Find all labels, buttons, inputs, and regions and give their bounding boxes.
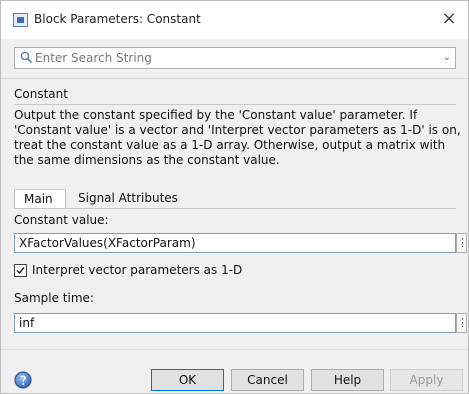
block-type-heading: Constant — [14, 87, 68, 101]
footer-divider — [1, 349, 468, 350]
block-parameters-dialog: Block Parameters: Constant × ⌄ Constant … — [0, 0, 469, 394]
close-button[interactable]: × — [438, 7, 460, 31]
sample-time-input[interactable] — [19, 315, 439, 331]
block-description: Output the constant specified by the 'Co… — [14, 108, 461, 167]
title-bar: Block Parameters: Constant × — [1, 1, 468, 39]
search-box[interactable]: ⌄ — [14, 47, 456, 69]
checkmark-icon — [16, 267, 25, 275]
divider — [1, 78, 468, 79]
constant-value-input[interactable] — [19, 235, 439, 251]
interpret-vector-label[interactable]: Interpret vector parameters as 1-D — [32, 263, 242, 277]
tab-signal-attributes[interactable]: Signal Attributes — [69, 189, 187, 209]
block-icon — [13, 13, 28, 27]
interpret-vector-checkbox[interactable] — [14, 264, 27, 277]
constant-value-label: Constant value: — [14, 213, 109, 227]
window-title: Block Parameters: Constant — [34, 12, 201, 26]
constant-value-options-button[interactable]: ⋮ — [456, 233, 468, 253]
constant-value-field[interactable] — [14, 233, 456, 253]
sample-time-label: Sample time: — [14, 291, 94, 305]
search-input[interactable] — [35, 49, 435, 67]
sample-time-field[interactable] — [14, 313, 456, 333]
tab-main[interactable]: Main — [14, 189, 66, 209]
ok-button[interactable]: OK — [151, 369, 224, 391]
heading-underline — [14, 104, 456, 105]
cancel-button[interactable]: Cancel — [231, 369, 304, 391]
chevron-down-icon[interactable]: ⌄ — [443, 49, 451, 67]
help-icon[interactable] — [14, 371, 32, 389]
sample-time-options-button[interactable]: ⋮ — [456, 313, 468, 333]
tab-divider — [14, 208, 456, 209]
apply-button[interactable]: Apply — [390, 369, 463, 391]
help-button[interactable]: Help — [311, 369, 384, 391]
search-icon — [20, 51, 33, 64]
